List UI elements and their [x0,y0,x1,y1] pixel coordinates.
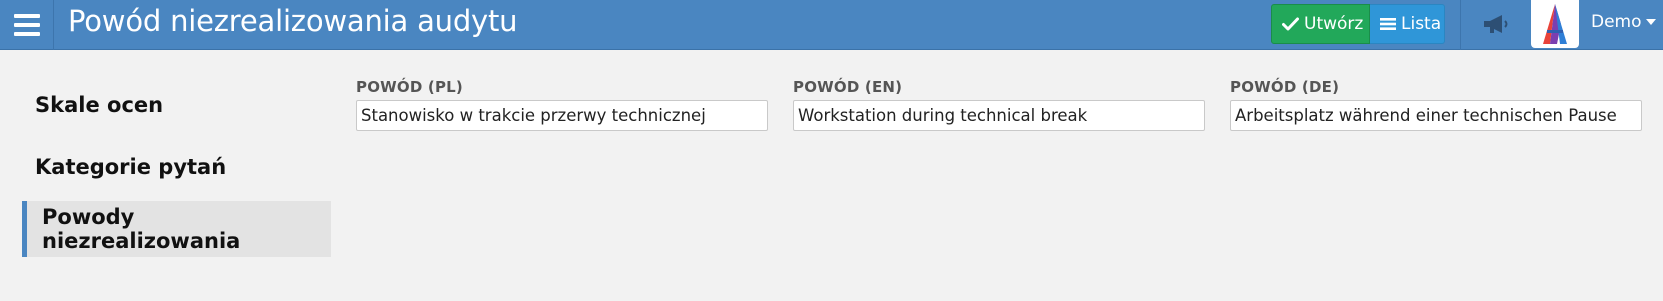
navbar-divider [1460,0,1461,50]
list-button-label: Lista [1401,14,1442,34]
reason-de-input[interactable] [1230,100,1642,131]
list-icon [1380,17,1396,31]
create-button[interactable]: Utwórz [1271,4,1370,44]
top-navbar: Powód niezrealizowania audytu Utwórz Lis… [0,0,1663,50]
reason-pl-field: POWÓD (PL) [356,78,768,131]
sidebar-item-label: Kategorie pytań [35,155,227,179]
reason-pl-input[interactable] [356,100,768,131]
reason-en-label: POWÓD (EN) [793,78,903,96]
app-logo [1531,0,1579,48]
menu-icon [13,14,40,36]
create-button-label: Utwórz [1304,14,1364,34]
menu-toggle-button[interactable] [0,0,54,50]
page-title: Powód niezrealizowania audytu [68,4,518,38]
sidebar-item-kategorie-pytan[interactable]: Kategorie pytań [22,139,331,195]
megaphone-icon[interactable] [1482,12,1510,36]
reason-de-field: POWÓD (DE) [1230,78,1642,131]
reason-de-label: POWÓD (DE) [1230,78,1340,96]
user-menu[interactable]: Demo [1591,12,1656,32]
sidebar-item-label: Skale ocen [35,93,164,117]
list-button[interactable]: Lista [1370,4,1445,44]
sidebar: Skale ocen Kategorie pytań Powody niezre… [22,77,331,263]
sidebar-item-label: Powody niezrealizowania [42,205,241,253]
reason-en-input[interactable] [793,100,1205,131]
user-name: Demo [1591,12,1642,32]
action-button-group: Utwórz Lista [1271,4,1445,44]
sidebar-item-powody-niezrealizowania[interactable]: Powody niezrealizowania [22,201,331,257]
check-icon [1282,17,1299,31]
sidebar-item-skale-ocen[interactable]: Skale ocen [22,77,331,133]
reason-pl-label: POWÓD (PL) [356,78,463,96]
reason-en-field: POWÓD (EN) [793,78,1205,131]
caret-down-icon [1645,19,1656,25]
